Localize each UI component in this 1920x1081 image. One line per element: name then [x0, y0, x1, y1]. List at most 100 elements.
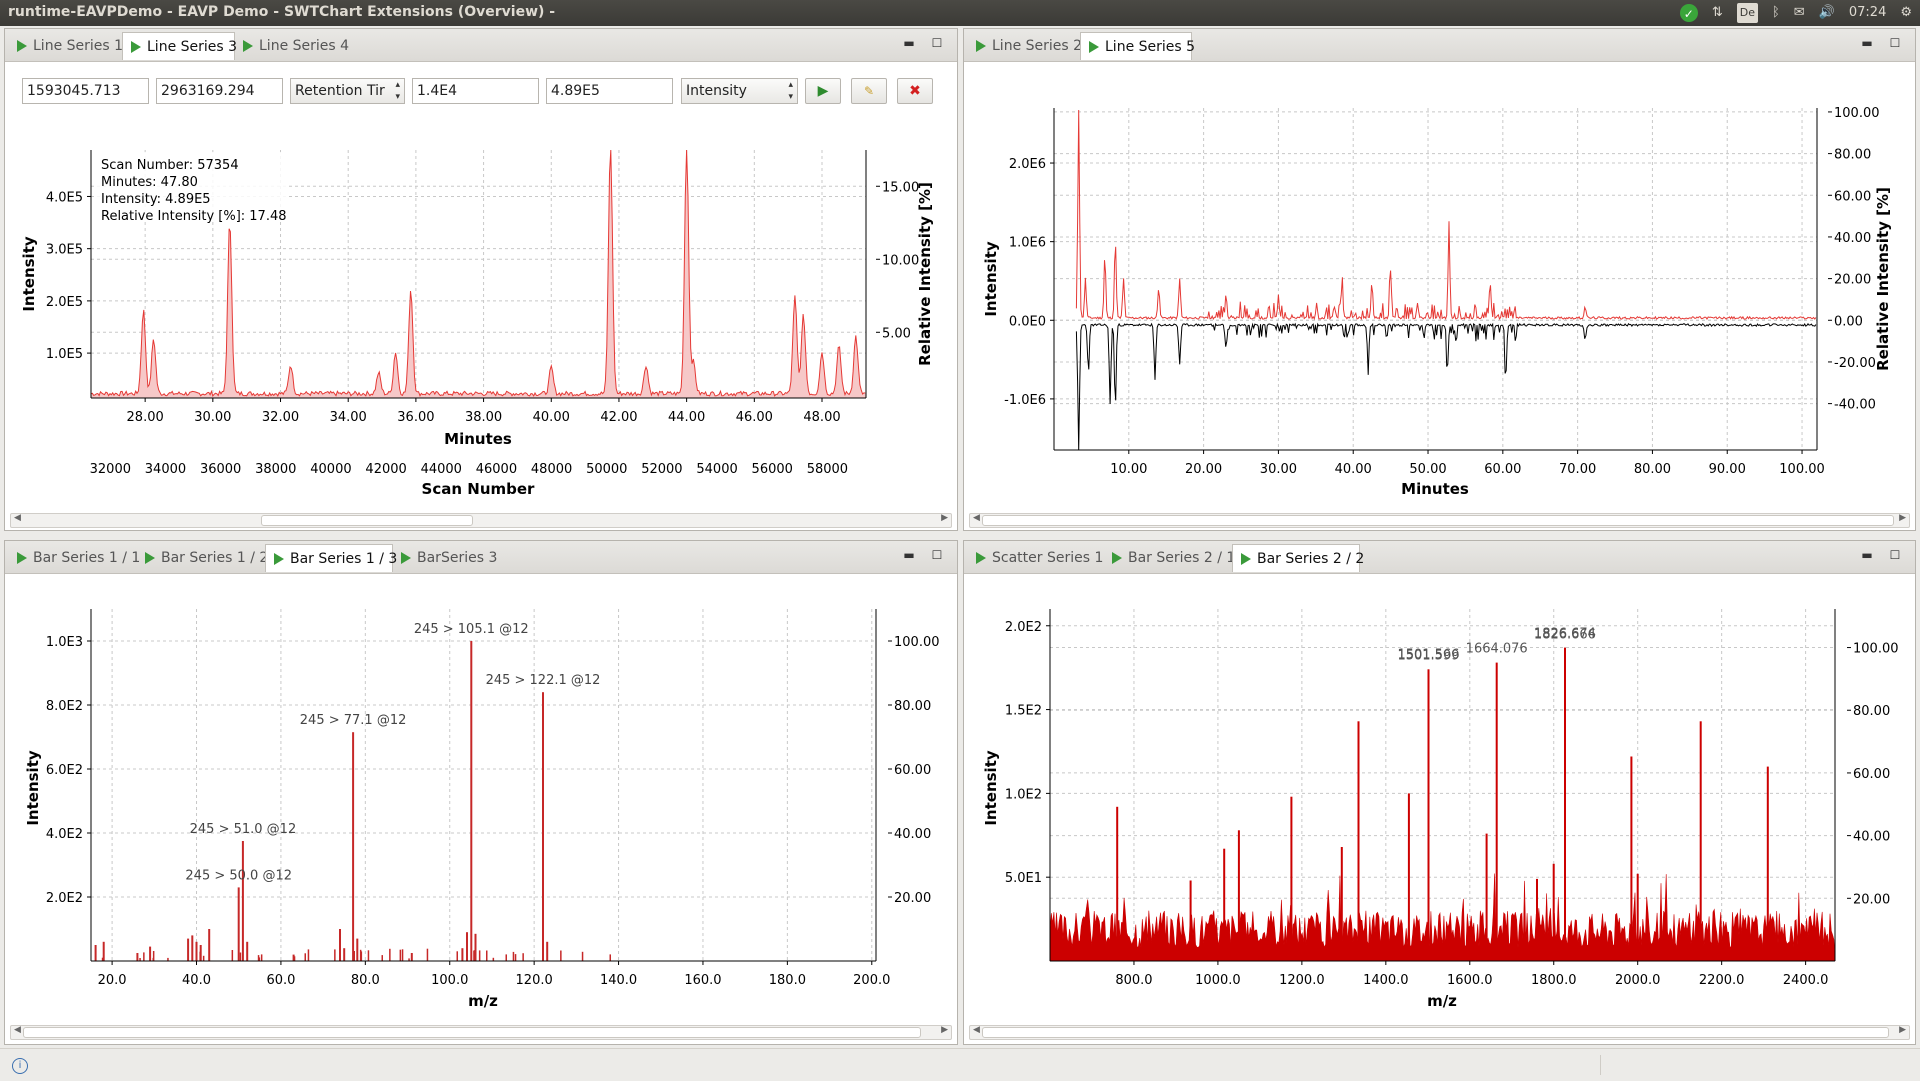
tab-label: Line Series 4 [259, 38, 350, 54]
scroll-left-icon[interactable]: ◀ [973, 513, 980, 523]
close-selection-button[interactable]: ✖ [897, 78, 933, 104]
minimize-button[interactable]: ▬ [901, 35, 917, 51]
tab-line-series-2[interactable]: Line Series 2 [968, 32, 1082, 60]
keyboard-layout-indicator[interactable]: De [1736, 3, 1758, 23]
play-icon [145, 552, 155, 564]
tick-label: 80.00 [1853, 704, 1890, 719]
scroll-right-icon[interactable]: ▶ [1899, 513, 1906, 523]
tab-line-series-4[interactable]: Line Series 4 [235, 32, 350, 60]
tab-bar-series-2-1[interactable]: Bar Series 2 / 1 [1104, 544, 1235, 572]
spin-arrows-icon: ▴ ▾ [395, 80, 400, 102]
bar [1237, 830, 1240, 961]
bar [399, 949, 402, 961]
bar [149, 946, 152, 961]
x-axis-select[interactable]: Retention Tir ▴ ▾ [290, 78, 405, 104]
info-icon[interactable]: i [12, 1058, 28, 1074]
scroll-right-icon[interactable]: ▶ [941, 1025, 948, 1035]
scroll-left-icon[interactable]: ◀ [973, 1025, 980, 1035]
tick-label: 200.0 [853, 973, 890, 988]
minimize-button[interactable]: ▬ [901, 547, 917, 563]
chart-line-series-3[interactable]: 28.00 30.00 32.00 34.00 36.00 38.00 40.00 42.00… [4, 112, 958, 500]
horizontal-scrollbar[interactable]: ◀ ▶ [10, 1025, 952, 1040]
minimize-button[interactable]: ▬ [1859, 547, 1875, 563]
tick-label: 58000 [807, 462, 848, 477]
scrollbar-thumb[interactable] [261, 515, 473, 526]
bar [334, 949, 336, 961]
chart-bar-series-1-3[interactable]: 245 > 105.1 @12 245 > 122.1 @12 245 > 77.1… [4, 574, 958, 1014]
tab-bar-series-1-3[interactable]: Bar Series 1 / 3 [265, 544, 397, 572]
mail-icon[interactable]: ✉ [1794, 3, 1805, 23]
window-titlebar: runtime-EAVPDemo - EAVP Demo - SWTChart … [0, 0, 1920, 26]
tab-barseries-3[interactable]: BarSeries 3 [393, 544, 503, 572]
scrollbar-thumb[interactable] [982, 1027, 1889, 1038]
maximize-button[interactable]: ☐ [929, 35, 945, 51]
grid [91, 609, 876, 961]
gear-icon[interactable]: ⚙ [1900, 3, 1912, 23]
horizontal-scrollbar[interactable]: ◀ ▶ [10, 513, 952, 528]
peak-label: 1826.666 [1534, 628, 1596, 643]
maximize-button[interactable]: ☐ [1887, 547, 1903, 563]
tick-label: 32000 [90, 462, 131, 477]
tick-label: 48000 [531, 462, 572, 477]
tab-label: Bar Series 1 / 1 [33, 550, 141, 566]
tick-label: 1.5E2 [1005, 704, 1042, 719]
y-ticks: 2.0E2 4.0E2 6.0E2 8.0E2 1.0E3 [46, 635, 91, 906]
tick-label: -20.00 [1834, 356, 1876, 371]
tab-label: Bar Series 1 / 3 [290, 551, 398, 567]
tick-label: 1.0E3 [46, 635, 83, 650]
tick-label: 1.0E5 [46, 347, 83, 362]
tick-label: 52000 [641, 462, 682, 477]
scroll-right-icon[interactable]: ▶ [941, 513, 948, 523]
maximize-button[interactable]: ☐ [1887, 35, 1903, 51]
bars [94, 641, 611, 961]
scroll-left-icon[interactable]: ◀ [14, 1025, 21, 1035]
x-ticks: 28.00 30.00 32.00 34.00 36.00 38.00 40.00 42.00… [127, 398, 841, 425]
network-arrows-icon[interactable]: ⇅ [1712, 3, 1723, 23]
tick-label: 1000.0 [1195, 973, 1241, 988]
tab-label: Bar Series 2 / 2 [1257, 551, 1365, 567]
y-axis-title: Intensity [982, 750, 1000, 826]
tick-label: 38000 [255, 462, 296, 477]
tab-bar-series-1-1[interactable]: Bar Series 1 / 1 [9, 544, 141, 572]
tick-label: 2.0E2 [46, 891, 83, 906]
scrollbar-thumb[interactable] [23, 1027, 921, 1038]
bar [512, 951, 515, 961]
scroll-right-icon[interactable]: ▶ [1899, 1025, 1906, 1035]
update-shield-icon[interactable]: ✓ [1679, 4, 1698, 22]
scroll-left-icon[interactable]: ◀ [14, 513, 21, 523]
clock[interactable]: 07:24 [1849, 3, 1886, 23]
horizontal-scrollbar[interactable]: ◀ ▶ [969, 1025, 1910, 1040]
reset-button[interactable]: ✎ [851, 78, 887, 104]
tab-line-series-1[interactable]: Line Series 1 [9, 32, 123, 60]
bar [339, 929, 341, 961]
apply-button[interactable]: ▶ [805, 78, 841, 104]
bar [136, 953, 139, 961]
chart-bar-series-2-2[interactable]: 1501.5661501.599 1664.0761826.6741826.666… [963, 574, 1916, 1014]
tab-line-series-3[interactable]: Line Series 3 [122, 32, 237, 60]
bar [359, 949, 362, 961]
y-stop-input[interactable]: 4.89E5 [546, 78, 673, 104]
tab-bar-series-1-2[interactable]: Bar Series 1 / 2 [137, 544, 268, 572]
tick-label: 100.00 [1853, 642, 1899, 657]
tick-label: 38.00 [465, 410, 502, 425]
x-start-input[interactable]: 1593045.713 [22, 78, 149, 104]
tab-line-series-5[interactable]: Line Series 5 [1080, 32, 1195, 60]
y2-ticks: 20.00 40.00 60.00 80.00 100.00 [1847, 642, 1899, 907]
bar [237, 887, 240, 961]
y-axis-select[interactable]: Intensity ▴ ▾ [681, 78, 798, 104]
horizontal-scrollbar[interactable]: ◀ ▶ [969, 513, 1910, 528]
volume-icon[interactable]: 🔊 [1819, 3, 1835, 23]
y-start-input[interactable]: 1.4E4 [412, 78, 539, 104]
bar [514, 954, 517, 961]
y-ticks: 5.0E1 1.0E2 1.5E2 2.0E2 [1005, 620, 1050, 886]
bluetooth-icon[interactable]: ᛒ [1772, 3, 1780, 23]
tab-bar-series-2-2[interactable]: Bar Series 2 / 2 [1232, 544, 1364, 572]
x-stop-input[interactable]: 2963169.294 [156, 78, 283, 104]
tab-scatter-series-1[interactable]: Scatter Series 1 [968, 544, 1104, 572]
x-ticks: 20.0 40.0 60.0 80.0 100.0 120.0 140.0 160.0 180.… [98, 961, 890, 988]
play-icon [131, 41, 141, 53]
chart-line-series-5[interactable]: 10.00 20.00 30.00 40.00 50.00 60.00 70.00 80.00… [963, 62, 1916, 502]
maximize-button[interactable]: ☐ [929, 547, 945, 563]
scrollbar-thumb[interactable] [982, 515, 1894, 526]
minimize-button[interactable]: ▬ [1859, 35, 1875, 51]
